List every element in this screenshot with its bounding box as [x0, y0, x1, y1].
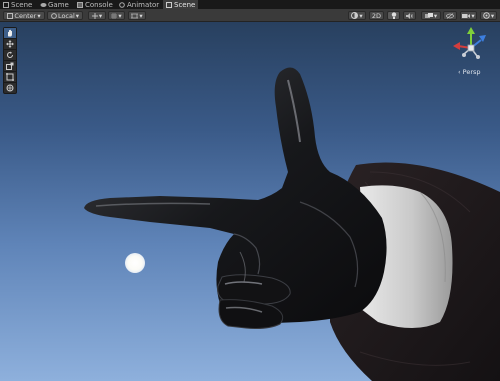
grid-icon: [111, 12, 118, 19]
scene-render: [84, 67, 500, 381]
scene-viewport[interactable]: ‹ Persp: [0, 22, 500, 381]
shading-icon: [351, 12, 359, 19]
space-dropdown[interactable]: Local ▾: [47, 11, 83, 20]
tab-game[interactable]: Game: [37, 0, 72, 9]
pivot-label: Center: [14, 11, 37, 20]
chevron-down-icon: ▾: [471, 11, 475, 20]
animator-icon: [119, 1, 125, 8]
tab-scene-active[interactable]: Scene: [163, 0, 199, 9]
x-axis-cone[interactable]: [453, 42, 460, 50]
effects-dropdown[interactable]: ▾: [421, 11, 441, 20]
tool-palette: [3, 27, 17, 94]
pivot-icon: [7, 12, 14, 19]
chevron-down-icon: ▾: [98, 11, 103, 20]
tab-scene[interactable]: Scene: [0, 0, 35, 9]
lighting-toggle[interactable]: [387, 11, 400, 20]
lighting-icon: [391, 12, 396, 19]
chevron-down-icon: ▾: [490, 11, 495, 20]
game-icon: [40, 2, 47, 8]
move-snap-button[interactable]: ▾: [88, 11, 106, 20]
projection-label[interactable]: ‹ Persp: [458, 68, 481, 76]
scene-icon: [166, 1, 172, 8]
console-icon: [77, 1, 83, 8]
chevron-down-icon: ▾: [118, 11, 122, 20]
hidden-objects-icon: [446, 12, 454, 19]
tab-label: Scene: [174, 0, 196, 9]
tab-label: Console: [85, 0, 113, 9]
tab-label: Scene: [11, 0, 33, 9]
snap-button[interactable]: ▾: [128, 11, 146, 20]
rotate-tool-icon[interactable]: [4, 50, 16, 61]
scene-icon: [3, 1, 9, 8]
tab-animator[interactable]: Animator: [116, 0, 162, 9]
gizmos-icon: [483, 12, 490, 19]
chevron-down-icon: ▾: [37, 11, 41, 20]
editor-tab-bar: Scene Game Console Animator Scene: [0, 0, 500, 9]
shading-mode-button[interactable]: ▾: [348, 11, 366, 20]
grid-button[interactable]: ▾: [108, 11, 125, 20]
transform-tool-icon[interactable]: [4, 83, 16, 93]
effects-icon: [424, 12, 433, 18]
orientation-gizmo[interactable]: [450, 26, 492, 68]
local-space-icon: [51, 12, 57, 19]
2d-label: 2D: [371, 11, 382, 20]
camera-settings-button[interactable]: ▾: [460, 11, 477, 20]
2d-toggle[interactable]: 2D: [369, 11, 384, 20]
move-tool-icon: [91, 12, 98, 19]
rect-tool-icon[interactable]: [4, 72, 16, 83]
move-tool-icon[interactable]: [4, 39, 16, 50]
snap-icon: [131, 13, 139, 18]
chevron-down-icon: ▾: [433, 11, 438, 20]
tab-label: Animator: [127, 0, 160, 9]
audio-toggle[interactable]: [403, 11, 416, 20]
hidden-objects-toggle[interactable]: [443, 11, 457, 20]
chevron-down-icon: ▾: [75, 11, 80, 20]
chevron-down-icon: ▾: [139, 11, 143, 20]
gizmos-dropdown[interactable]: ▾: [480, 11, 497, 20]
scene-toolbar: Center ▾ Local ▾ ▾ ▾ ▾ ▾ 2D ▾ ▾ ▾: [0, 9, 500, 22]
sun: [125, 253, 145, 273]
tab-console[interactable]: Console: [74, 0, 116, 9]
pivot-dropdown[interactable]: Center ▾: [3, 11, 45, 20]
hand-tool-icon[interactable]: [4, 28, 16, 39]
space-label: Local: [57, 11, 75, 20]
chevron-down-icon: ▾: [359, 11, 363, 20]
camera-icon: [462, 13, 471, 18]
tab-label: Game: [48, 0, 69, 9]
y-axis-cone[interactable]: [467, 27, 475, 34]
gizmo-center-cube[interactable]: [467, 44, 475, 52]
audio-icon: [406, 12, 413, 19]
scale-tool-icon[interactable]: [4, 61, 16, 72]
